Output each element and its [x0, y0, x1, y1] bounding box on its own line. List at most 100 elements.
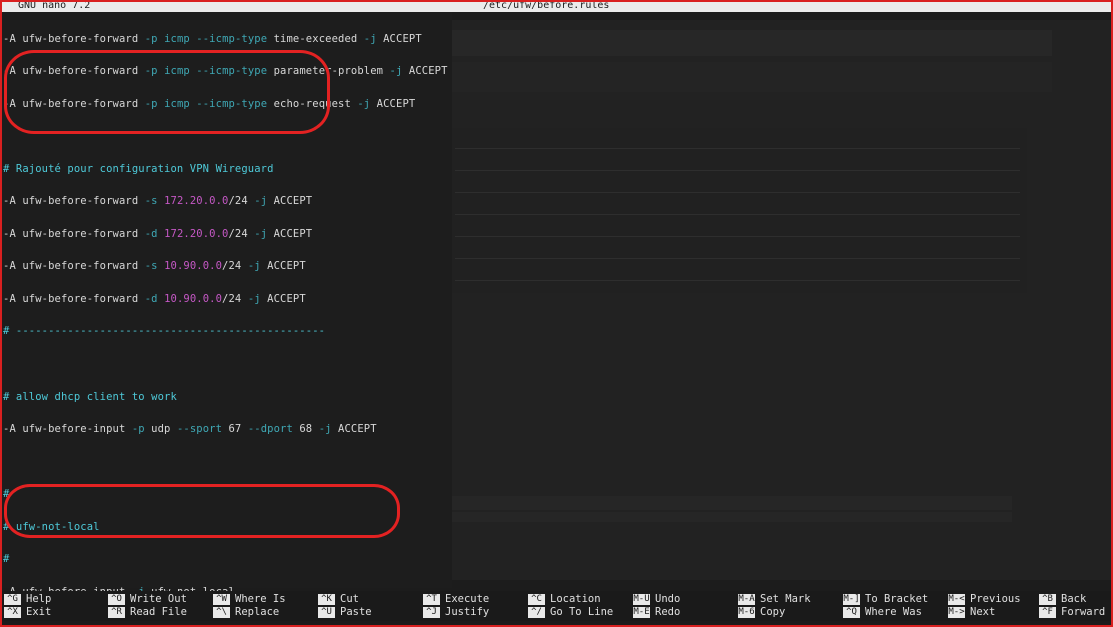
- shortcut-group: ^B Back ^F Forward: [1039, 593, 1105, 618]
- shortcut-group: ^G Help ^X Exit: [4, 593, 51, 618]
- screen-root: GNU nano 7.2 /etc/ufw/before.rules -A uf…: [0, 0, 1113, 627]
- code-line: # --------------------------------------…: [3, 325, 326, 338]
- shortcut-where-was[interactable]: ^Q Where Was: [843, 606, 928, 618]
- shortcut-label: Help: [26, 592, 52, 605]
- background-window-list: [452, 128, 1027, 293]
- shortcut-key: ^Q: [843, 606, 860, 618]
- shortcut-next[interactable]: M-> Next: [948, 606, 1021, 618]
- shortcut-key: ^X: [4, 606, 21, 618]
- shortcut-label: Execute: [445, 592, 490, 605]
- shortcut-label: Go To Line: [550, 605, 614, 618]
- code-line: #: [3, 488, 10, 501]
- nano-shortcut-bar: ^G Help ^X Exit ^O Write Out ^R Read File ^W…: [0, 591, 1113, 621]
- shortcut-exit[interactable]: ^X Exit: [4, 606, 51, 618]
- shortcut-key: ^R: [108, 606, 125, 618]
- shortcut-group: ^C Location ^/ Go To Line: [528, 593, 613, 618]
- background-list-row: [455, 214, 1020, 215]
- shortcut-key: ^O: [108, 593, 125, 605]
- shortcut-label: Redo: [655, 605, 681, 618]
- background-window-statusbar: [452, 496, 1012, 510]
- shortcut-key: ^K: [318, 593, 335, 605]
- shortcut-key: M-]: [843, 593, 860, 605]
- shortcut-label: Previous: [970, 592, 1021, 605]
- code-line: -A ufw-before-forward -p icmp --icmp-typ…: [3, 65, 448, 78]
- code-line: -A ufw-before-forward -d 172.20.0.0/24 -…: [3, 227, 313, 240]
- shortcut-key: ^F: [1039, 606, 1056, 618]
- shortcut-label: To Bracket: [865, 592, 929, 605]
- background-window-footer: [452, 512, 1012, 522]
- shortcut-where-is[interactable]: ^W Where Is: [213, 593, 286, 605]
- shortcut-label: Exit: [26, 605, 52, 618]
- shortcut-label: Where Is: [235, 592, 286, 605]
- shortcut-copy[interactable]: M-6 Copy: [738, 606, 811, 618]
- shortcut-group: ^K Cut ^U Paste: [318, 593, 372, 618]
- shortcut-group: ^T Execute ^J Justify: [423, 593, 489, 618]
- code-line: # allow dhcp client to work: [3, 390, 177, 403]
- shortcut-label: Write Out: [130, 592, 187, 605]
- shortcut-group: ^O Write Out ^R Read File: [108, 593, 187, 618]
- shortcut-key: ^J: [423, 606, 440, 618]
- shortcut-paste[interactable]: ^U Paste: [318, 606, 372, 618]
- shortcut-label: Next: [970, 605, 996, 618]
- shortcut-location[interactable]: ^C Location: [528, 593, 613, 605]
- shortcut-key: ^W: [213, 593, 230, 605]
- background-list-row: [455, 236, 1020, 237]
- shortcut-key: ^B: [1039, 593, 1056, 605]
- shortcut-key: M-6: [738, 606, 755, 618]
- shortcut-key: M-<: [948, 593, 965, 605]
- shortcut-key: ^T: [423, 593, 440, 605]
- shortcut-key: M-U: [633, 593, 650, 605]
- shortcut-back[interactable]: ^B Back: [1039, 593, 1105, 605]
- shortcut-forward[interactable]: ^F Forward: [1039, 606, 1105, 618]
- shortcut-cut[interactable]: ^K Cut: [318, 593, 372, 605]
- shortcut-label: Copy: [760, 605, 786, 618]
- shortcut-write-out[interactable]: ^O Write Out: [108, 593, 187, 605]
- nano-version-label: GNU nano 7.2: [18, 0, 91, 11]
- shortcut-label: Read File: [130, 605, 187, 618]
- code-line: # ufw-not-local: [3, 520, 100, 533]
- background-list-row: [455, 148, 1020, 149]
- shortcut-label: Justify: [445, 605, 490, 618]
- code-line: -A ufw-before-input -p udp --sport 67 --…: [3, 423, 377, 436]
- background-window-titlebar: [452, 30, 1052, 56]
- shortcut-label: Undo: [655, 592, 681, 605]
- shortcut-justify[interactable]: ^J Justify: [423, 606, 489, 618]
- shortcut-key: M->: [948, 606, 965, 618]
- code-line: -A ufw-before-forward -s 172.20.0.0/24 -…: [3, 195, 313, 208]
- shortcut-key: ^C: [528, 593, 545, 605]
- shortcut-group: M-< Previous M-> Next: [948, 593, 1021, 618]
- shortcut-label: Set Mark: [760, 592, 811, 605]
- shortcut-label: Back: [1061, 592, 1087, 605]
- shortcut-go-to-line[interactable]: ^/ Go To Line: [528, 606, 613, 618]
- shortcut-group: ^W Where Is ^\ Replace: [213, 593, 286, 618]
- shortcut-label: Location: [550, 592, 601, 605]
- shortcut-label: Paste: [340, 605, 372, 618]
- shortcut-previous[interactable]: M-< Previous: [948, 593, 1021, 605]
- shortcut-label: Forward: [1061, 605, 1106, 618]
- code-line: -A ufw-before-forward -p icmp --icmp-typ…: [3, 32, 422, 45]
- shortcut-group: M-U Undo M-E Redo: [633, 593, 680, 618]
- shortcut-label: Where Was: [865, 605, 922, 618]
- shortcut-redo[interactable]: M-E Redo: [633, 606, 680, 618]
- shortcut-key: ^\: [213, 606, 230, 618]
- editor-text-area[interactable]: -A ufw-before-forward -p icmp --icmp-typ…: [0, 12, 452, 627]
- shortcut-key: ^G: [4, 593, 21, 605]
- shortcut-to-bracket[interactable]: M-] To Bracket: [843, 593, 928, 605]
- code-line: #: [3, 553, 10, 566]
- background-window-toolbar: [452, 62, 1052, 92]
- shortcut-execute[interactable]: ^T Execute: [423, 593, 489, 605]
- shortcut-label: Replace: [235, 605, 280, 618]
- shortcut-replace[interactable]: ^\ Replace: [213, 606, 286, 618]
- shortcut-help[interactable]: ^G Help: [4, 593, 51, 605]
- shortcut-undo[interactable]: M-U Undo: [633, 593, 680, 605]
- background-list-row: [455, 170, 1020, 171]
- shortcut-group: M-] To Bracket ^Q Where Was: [843, 593, 928, 618]
- background-list-row: [455, 280, 1020, 281]
- shortcut-key: M-E: [633, 606, 650, 618]
- nano-titlebar: GNU nano 7.2 /etc/ufw/before.rules: [0, 0, 1113, 12]
- shortcut-set-mark[interactable]: M-A Set Mark: [738, 593, 811, 605]
- nano-file-path: /etc/ufw/before.rules: [483, 0, 610, 11]
- background-list-row: [455, 192, 1020, 193]
- shortcut-read-file[interactable]: ^R Read File: [108, 606, 187, 618]
- code-line: -A ufw-before-forward -p icmp --icmp-typ…: [3, 97, 416, 110]
